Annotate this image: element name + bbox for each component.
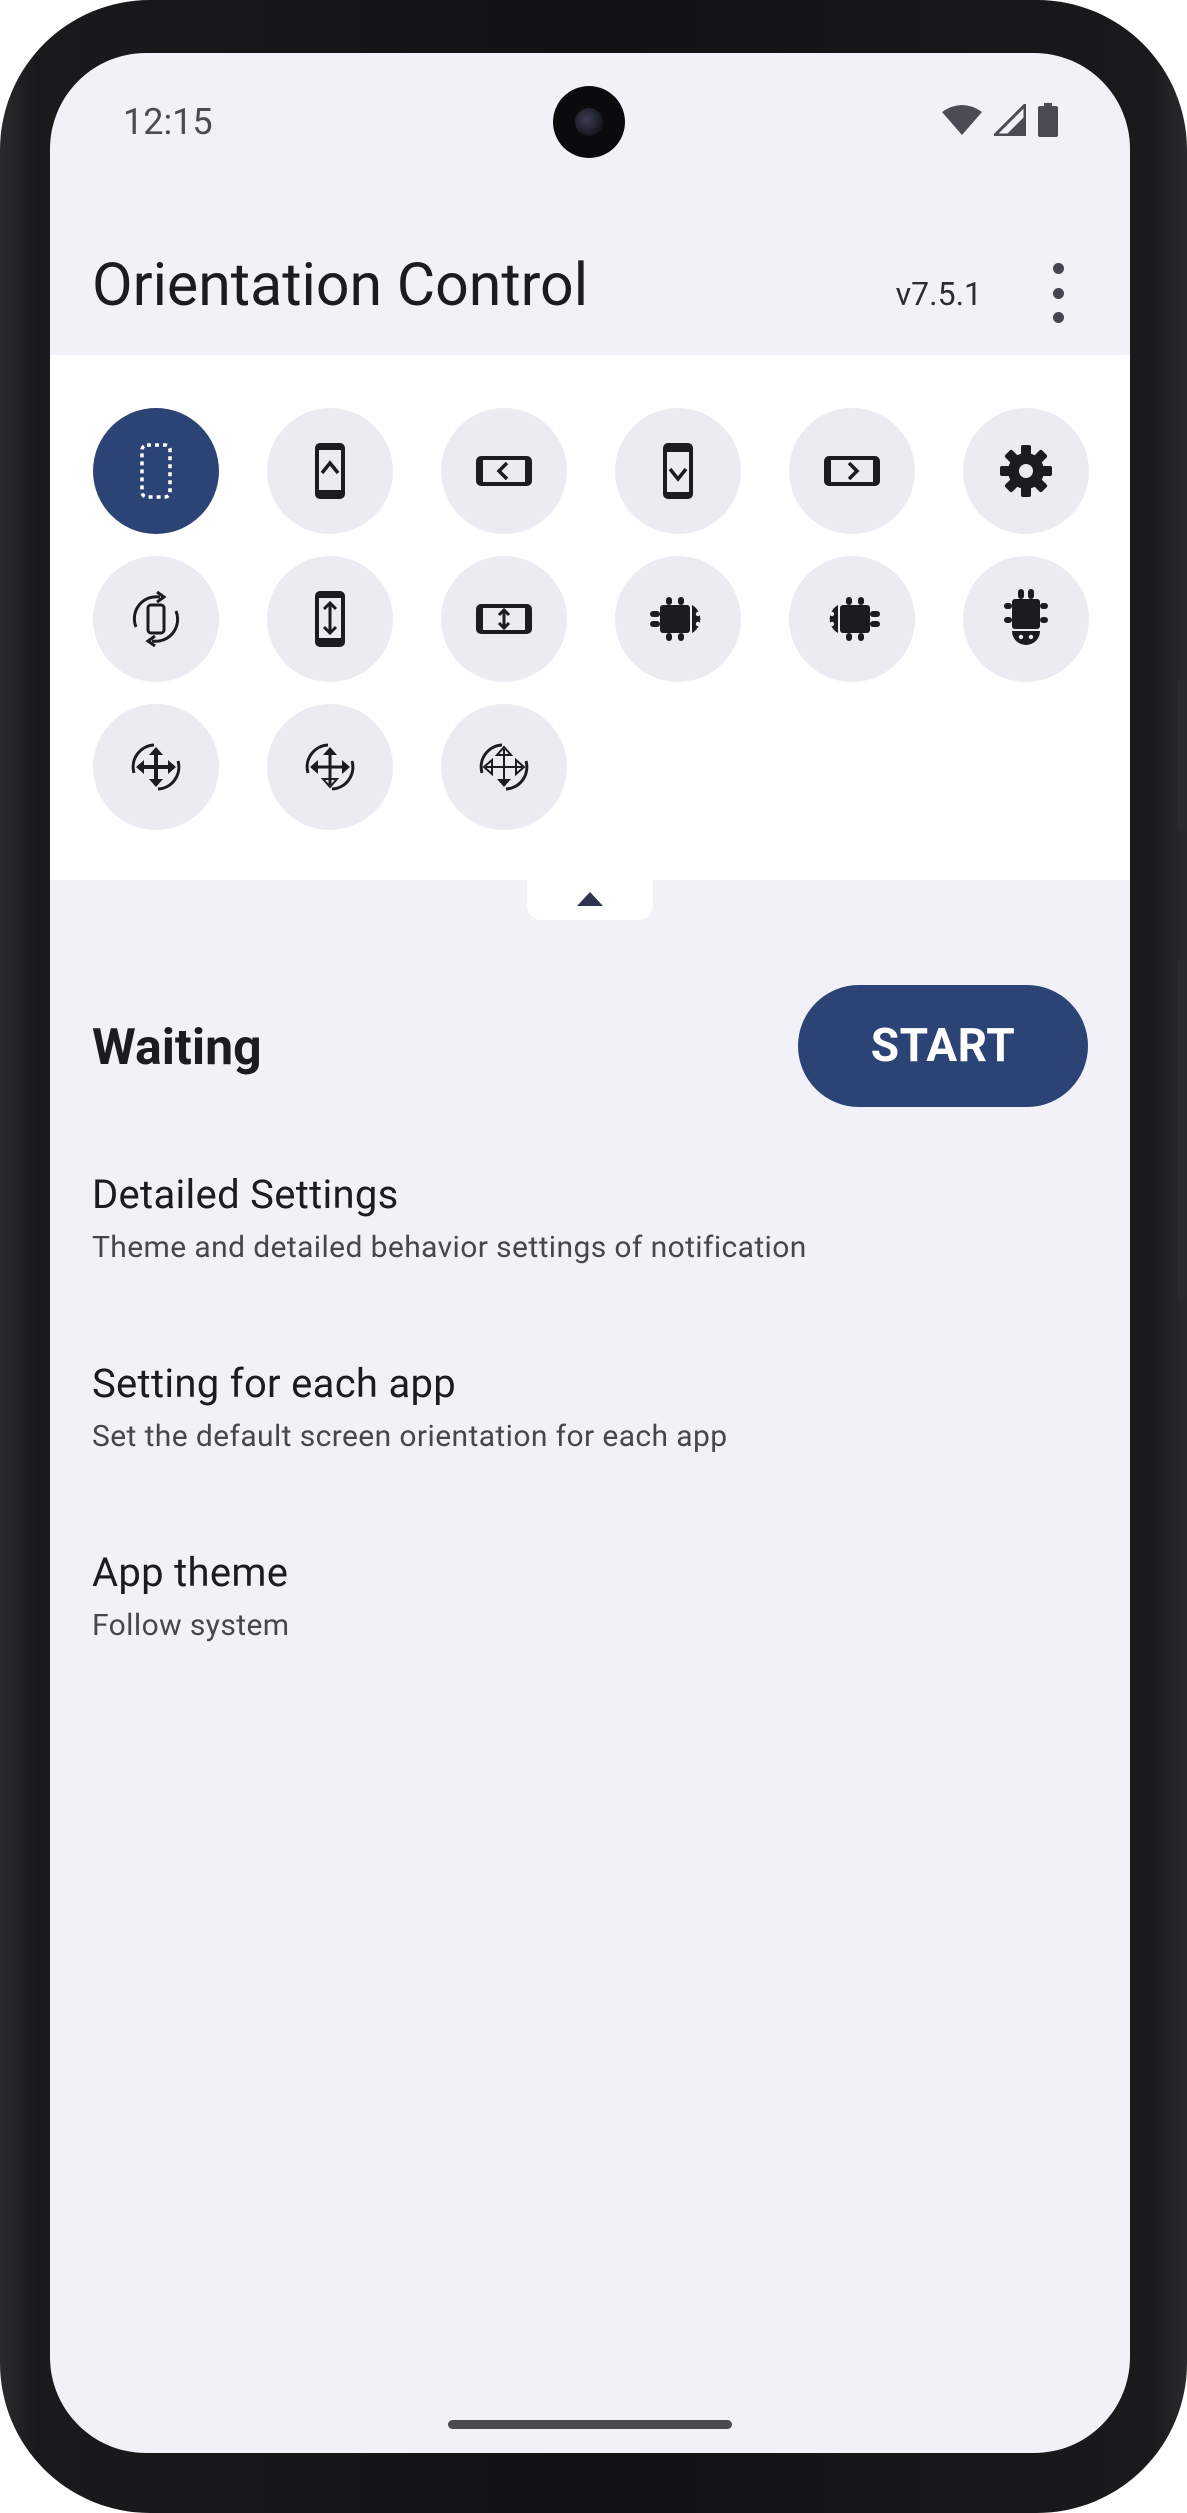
android-reverse-landscape-icon: [829, 597, 880, 641]
portrait-icon: [315, 443, 345, 499]
more-vert-icon[interactable]: [1038, 263, 1078, 323]
orientation-panel: [50, 355, 1130, 880]
caret-up-icon: [577, 892, 603, 906]
setting-title: App theme: [92, 1549, 289, 1596]
screen: 12:15 Orientation Control v7.5.1 Waiting…: [50, 53, 1130, 2453]
orientation-button-android-landscape[interactable]: [615, 556, 741, 682]
sensor-portrait-icon: [315, 591, 345, 647]
orientation-button-sensor-landscape[interactable]: [441, 556, 567, 682]
orientation-button-full-sensor[interactable]: [93, 704, 219, 830]
app-bar: Orientation Control v7.5.1: [50, 223, 1130, 353]
landscape-icon: [476, 456, 532, 486]
setting-title: Setting for each app: [92, 1360, 457, 1407]
orientation-button-unspecified[interactable]: [93, 408, 219, 534]
service-status-label: Waiting: [92, 1019, 262, 1077]
full-sensor-variant-icon: [305, 743, 355, 791]
status-time: 12:15: [123, 101, 213, 143]
home-indicator[interactable]: [448, 2420, 732, 2429]
settings-gear-icon: [1000, 445, 1052, 497]
version-label: v7.5.1: [895, 275, 982, 313]
full-sensor-icon: [131, 743, 181, 791]
setting-subtitle: Set the default screen orientation for e…: [92, 1419, 728, 1454]
orientation-button-portrait[interactable]: [267, 408, 393, 534]
wifi-icon: [942, 105, 982, 135]
cell-signal-icon: [994, 104, 1026, 136]
start-button[interactable]: START: [798, 985, 1088, 1107]
orientation-button-full-sensor-variant[interactable]: [267, 704, 393, 830]
unspecified-icon: [140, 443, 172, 499]
setting-item-detailed-settings[interactable]: Detailed Settings Theme and detailed beh…: [92, 1171, 1092, 1265]
orientation-button-auto-rotate[interactable]: [93, 556, 219, 682]
sensor-landscape-icon: [476, 604, 532, 634]
status-icons: [942, 103, 1058, 137]
android-landscape-icon: [650, 597, 701, 641]
reverse-landscape-icon: [824, 456, 880, 486]
android-reverse-portrait-icon: [1004, 589, 1048, 645]
setting-item-app-theme[interactable]: App theme Follow system: [92, 1549, 1092, 1643]
service-status-row: Waiting START: [50, 985, 1130, 1109]
orientation-button-reverse-landscape[interactable]: [789, 408, 915, 534]
phone-frame: 12:15 Orientation Control v7.5.1 Waiting…: [0, 0, 1187, 2513]
setting-subtitle: Theme and detailed behavior settings of …: [92, 1230, 807, 1265]
orientation-button-full-sensor-outline[interactable]: [441, 704, 567, 830]
orientation-button-reverse-portrait[interactable]: [615, 408, 741, 534]
setting-title: Detailed Settings: [92, 1171, 399, 1218]
status-bar: 12:15: [50, 53, 1130, 163]
auto-rotate-icon: [132, 590, 180, 648]
battery-icon: [1038, 103, 1058, 137]
camera-cutout: [553, 86, 625, 158]
app-title: Orientation Control: [92, 251, 589, 320]
full-sensor-outline-icon: [479, 743, 529, 791]
orientation-button-settings[interactable]: [963, 408, 1089, 534]
collapse-panel-button[interactable]: [527, 878, 653, 920]
setting-item-per-app[interactable]: Setting for each app Set the default scr…: [92, 1360, 1092, 1454]
reverse-portrait-icon: [663, 443, 693, 499]
orientation-button-android-reverse-landscape[interactable]: [789, 556, 915, 682]
orientation-button-android-reverse-portrait[interactable]: [963, 556, 1089, 682]
power-button: [1177, 680, 1187, 830]
volume-button: [1177, 960, 1187, 1300]
orientation-button-sensor-portrait[interactable]: [267, 556, 393, 682]
setting-subtitle: Follow system: [92, 1608, 290, 1643]
orientation-button-landscape[interactable]: [441, 408, 567, 534]
